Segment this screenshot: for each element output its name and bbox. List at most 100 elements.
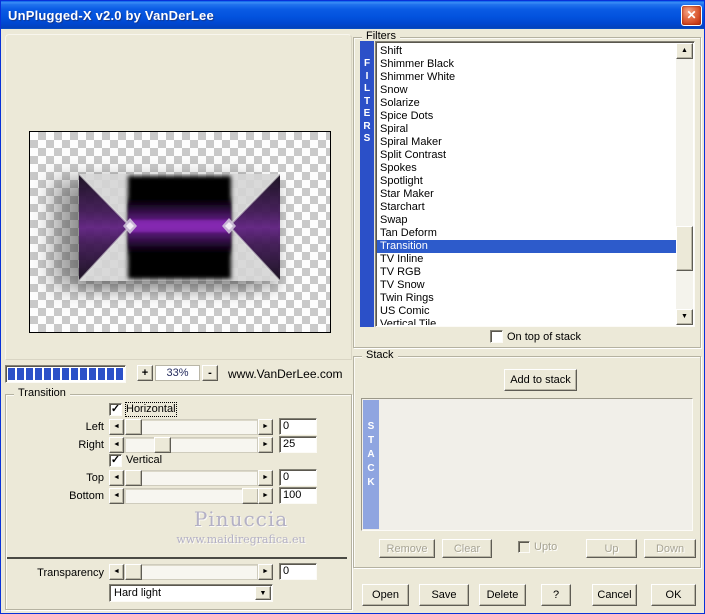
- progress-segment: [89, 368, 96, 380]
- progress-segment: [53, 368, 60, 380]
- bottom-slider[interactable]: ◄ ►: [109, 488, 273, 504]
- slider-track[interactable]: [124, 564, 258, 580]
- slider-arrow-right-icon[interactable]: ►: [258, 564, 273, 580]
- zoom-out-button[interactable]: -: [202, 365, 218, 381]
- zoom-in-button[interactable]: +: [137, 365, 153, 381]
- filter-list-item[interactable]: Spiral: [377, 123, 676, 136]
- preview-canvas[interactable]: [29, 131, 331, 333]
- stack-list[interactable]: STACK: [361, 398, 693, 531]
- filter-list-item[interactable]: Tan Deform: [377, 227, 676, 240]
- on-top-of-stack-label[interactable]: On top of stack: [507, 331, 581, 344]
- filter-list-item[interactable]: Spokes: [377, 162, 676, 175]
- filters-scrollbar[interactable]: ▲ ▼: [676, 43, 693, 325]
- chevron-down-icon[interactable]: ▼: [255, 586, 271, 600]
- upto-checkbox[interactable]: [518, 541, 530, 553]
- right-slider-label: Right: [78, 439, 104, 451]
- filter-list-item[interactable]: TV RGB: [377, 266, 676, 279]
- vertical-checkbox[interactable]: [109, 454, 122, 467]
- filter-list-item[interactable]: TV Inline: [377, 253, 676, 266]
- slider-thumb[interactable]: [154, 437, 171, 453]
- slider-track[interactable]: [124, 488, 258, 504]
- on-top-of-stack-checkbox[interactable]: [490, 330, 503, 343]
- slider-arrow-left-icon[interactable]: ◄: [109, 488, 124, 504]
- filter-list-item[interactable]: Shimmer Black: [377, 58, 676, 71]
- title-bar[interactable]: UnPlugged-X v2.0 by VanDerLee ✕: [1, 1, 704, 29]
- remove-button[interactable]: Remove: [379, 539, 435, 558]
- filter-list-item[interactable]: US Comic: [377, 305, 676, 318]
- filter-list-item[interactable]: Solarize: [377, 97, 676, 110]
- slider-thumb[interactable]: [125, 419, 142, 435]
- upto-label: Upto: [534, 541, 558, 553]
- open-button[interactable]: Open: [362, 584, 409, 606]
- unplugged-x-dialog: UnPlugged-X v2.0 by VanDerLee ✕ + 33% - …: [0, 0, 705, 614]
- slider-arrow-right-icon[interactable]: ►: [258, 470, 273, 486]
- side-bar-letter: S: [363, 133, 371, 144]
- filter-list-item[interactable]: Spotlight: [377, 175, 676, 188]
- slider-track[interactable]: [124, 437, 258, 453]
- slider-track[interactable]: [124, 419, 258, 435]
- left-slider[interactable]: ◄ ►: [109, 419, 273, 435]
- progress-segment: [71, 368, 78, 380]
- blend-mode-value: Hard light: [114, 587, 162, 599]
- side-bar-letter: A: [367, 449, 375, 460]
- filter-list-item[interactable]: Swap: [377, 214, 676, 227]
- right-value[interactable]: 25: [279, 436, 317, 453]
- clear-button[interactable]: Clear: [442, 539, 492, 558]
- progress-segment: [62, 368, 69, 380]
- transparency-slider[interactable]: ◄ ►: [109, 564, 273, 580]
- filters-list-rows: Shift Shimmer Black Shimmer White Snow Solar…: [377, 43, 676, 325]
- right-slider[interactable]: ◄ ►: [109, 437, 273, 453]
- slider-arrow-right-icon[interactable]: ►: [258, 437, 273, 453]
- help-button[interactable]: ?: [541, 584, 571, 606]
- filter-list-item[interactable]: Shift: [377, 45, 676, 58]
- progress-segment: [26, 368, 33, 380]
- horizontal-checkbox[interactable]: [109, 403, 122, 416]
- cancel-button[interactable]: Cancel: [592, 584, 637, 606]
- filter-list-item[interactable]: Vertical Tile: [377, 318, 676, 325]
- filters-list[interactable]: Shift Shimmer Black Shimmer White Snow Solar…: [375, 41, 695, 327]
- progress-segment: [107, 368, 114, 380]
- window-title: UnPlugged-X v2.0 by VanDerLee: [8, 7, 214, 23]
- scroll-down-icon[interactable]: ▼: [676, 309, 693, 325]
- filter-list-item[interactable]: Spice Dots: [377, 110, 676, 123]
- bottom-value[interactable]: 100: [279, 487, 317, 504]
- left-value[interactable]: 0: [279, 418, 317, 435]
- transparency-value[interactable]: 0: [279, 563, 317, 580]
- filter-list-item[interactable]: Shimmer White: [377, 71, 676, 84]
- blend-mode-select[interactable]: Hard light ▼: [109, 584, 273, 602]
- horizontal-label[interactable]: Horizontal: [125, 402, 177, 417]
- ok-button[interactable]: OK: [651, 584, 696, 606]
- filter-list-item[interactable]: Star Maker: [377, 188, 676, 201]
- slider-arrow-right-icon[interactable]: ►: [258, 488, 273, 504]
- filter-list-item[interactable]: Transition: [377, 240, 676, 253]
- slider-arrow-left-icon[interactable]: ◄: [109, 470, 124, 486]
- slider-thumb[interactable]: [125, 564, 142, 580]
- slider-thumb[interactable]: [242, 488, 259, 504]
- top-value[interactable]: 0: [279, 469, 317, 486]
- vertical-label[interactable]: Vertical: [126, 454, 162, 467]
- slider-arrow-left-icon[interactable]: ◄: [109, 419, 124, 435]
- slider-track[interactable]: [124, 470, 258, 486]
- up-button[interactable]: Up: [586, 539, 637, 558]
- scroll-up-icon[interactable]: ▲: [676, 43, 693, 59]
- slider-thumb[interactable]: [125, 470, 142, 486]
- slider-arrow-left-icon[interactable]: ◄: [109, 437, 124, 453]
- save-button[interactable]: Save: [419, 584, 469, 606]
- slider-arrow-right-icon[interactable]: ►: [258, 419, 273, 435]
- filter-list-item[interactable]: Spiral Maker: [377, 136, 676, 149]
- down-button[interactable]: Down: [644, 539, 696, 558]
- add-to-stack-button[interactable]: Add to stack: [504, 369, 577, 391]
- progress-segment: [80, 368, 87, 380]
- slider-arrow-left-icon[interactable]: ◄: [109, 564, 124, 580]
- filter-list-item[interactable]: TV Snow: [377, 279, 676, 292]
- scroll-thumb[interactable]: [676, 226, 693, 271]
- filter-list-item[interactable]: Split Contrast: [377, 149, 676, 162]
- filter-list-item[interactable]: Starchart: [377, 201, 676, 214]
- filter-list-item[interactable]: Twin Rings: [377, 292, 676, 305]
- vanderlee-link[interactable]: www.VanDerLee.com: [228, 367, 343, 381]
- close-icon[interactable]: ✕: [681, 5, 702, 26]
- top-slider[interactable]: ◄ ►: [109, 470, 273, 486]
- filter-list-item[interactable]: Snow: [377, 84, 676, 97]
- side-bar-letter: T: [367, 435, 375, 446]
- delete-button[interactable]: Delete: [479, 584, 526, 606]
